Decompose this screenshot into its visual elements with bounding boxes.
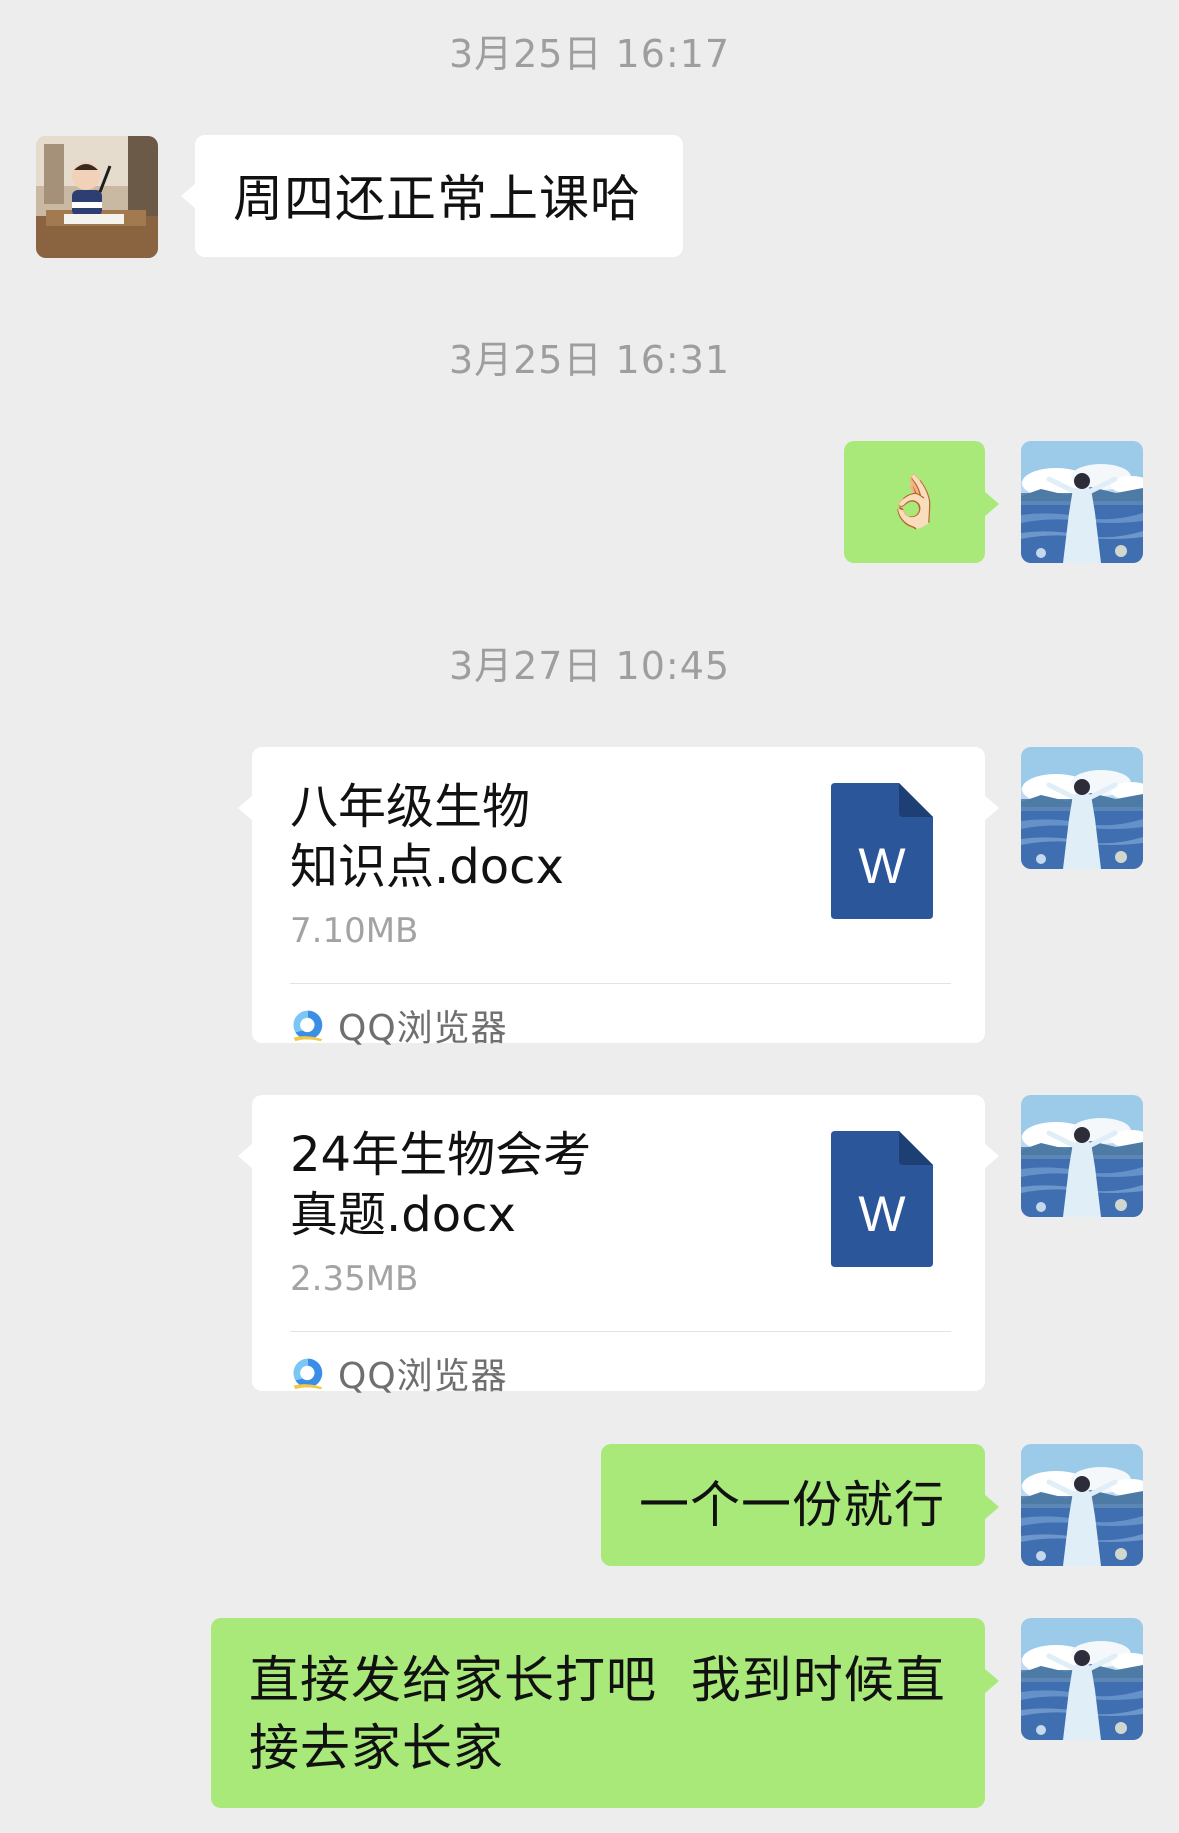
qq-browser-icon (290, 1007, 326, 1043)
file-size: 7.10MB (290, 911, 419, 951)
message-text: 直接发给家长打吧 我到时候直 接去家长家 (249, 1651, 946, 1777)
outgoing-emoji-bubble[interactable]: 👌🏻 (844, 441, 999, 563)
file-name: 24年生物会考 真题.docx (290, 1127, 592, 1243)
file-source: QQ浏览器 (290, 995, 508, 1055)
message-text: 周四还正常上课哈 (233, 170, 641, 228)
word-document-icon: W (831, 1131, 933, 1267)
timestamp-1: 3月25日 16:17 (448, 32, 731, 76)
word-document-icon: W (831, 783, 933, 919)
timestamp-3: 3月27日 10:45 (448, 644, 731, 688)
file-divider (290, 983, 951, 984)
outgoing-message-bubble[interactable]: 直接发给家长打吧 我到时候直 接去家长家 (211, 1618, 999, 1808)
file-source-label: QQ浏览器 (338, 1356, 508, 1397)
file-size: 2.35MB (290, 1259, 419, 1299)
file-message-bubble[interactable]: 24年生物会考 真题.docx 2.35MB W QQ浏览器 (238, 1095, 999, 1397)
file-source: QQ浏览器 (290, 1343, 508, 1403)
word-icon-letter: W (858, 838, 906, 894)
file-divider (290, 1331, 951, 1332)
contact-avatar[interactable] (36, 136, 158, 258)
file-message-bubble[interactable]: 八年级生物 知识点.docx 7.10MB W QQ浏览器 (238, 747, 999, 1049)
file-name: 八年级生物 知识点.docx (290, 779, 564, 895)
self-avatar[interactable] (1021, 747, 1143, 869)
qq-browser-icon (290, 1355, 326, 1391)
self-avatar[interactable] (1021, 441, 1143, 563)
self-avatar[interactable] (1021, 1444, 1143, 1566)
ok-hand-emoji: 👌🏻 (882, 472, 947, 532)
outgoing-message-bubble[interactable]: 一个一份就行 (601, 1444, 999, 1566)
message-text: 一个一份就行 (639, 1476, 945, 1534)
self-avatar[interactable] (1021, 1095, 1143, 1217)
file-source-label: QQ浏览器 (338, 1008, 508, 1049)
timestamp-2: 3月25日 16:31 (448, 338, 731, 382)
word-icon-letter: W (858, 1186, 906, 1242)
self-avatar[interactable] (1021, 1618, 1143, 1740)
incoming-message-bubble[interactable]: 周四还正常上课哈 (181, 135, 683, 257)
